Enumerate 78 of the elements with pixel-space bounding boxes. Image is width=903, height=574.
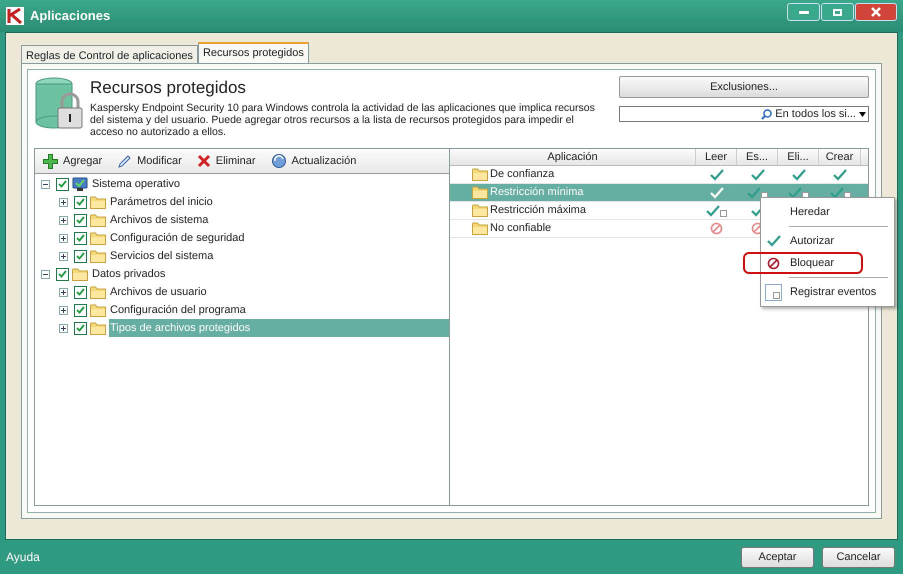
tree-item[interactable]: Parámetros del inicio <box>109 193 449 211</box>
tab[interactable]: Recursos protegidos <box>198 42 309 63</box>
tree-item[interactable]: Archivos de sistema <box>109 211 449 229</box>
close-icon <box>871 7 881 17</box>
expand-toggle[interactable] <box>59 234 68 242</box>
table-cell-text: Restricción mínima <box>490 185 584 200</box>
tree-item[interactable]: Configuración del programa <box>109 301 449 319</box>
folder-icon <box>472 222 488 235</box>
tree-checkbox[interactable] <box>56 268 69 280</box>
toolbar-button[interactable]: Actualización <box>270 152 356 170</box>
computer-icon <box>72 176 88 192</box>
check-icon <box>766 235 780 247</box>
tree-item[interactable]: Configuración de seguridad <box>109 229 449 247</box>
tree-checkbox[interactable] <box>74 322 87 334</box>
expand-toggle[interactable] <box>59 324 68 332</box>
expand-toggle[interactable] <box>59 216 68 224</box>
toolbar-button[interactable]: Agregar <box>43 152 102 170</box>
tree-item[interactable]: Datos privados <box>91 265 449 283</box>
tree-checkbox[interactable] <box>74 214 87 226</box>
minimize-button[interactable] <box>787 3 820 21</box>
folder-icon <box>90 250 106 262</box>
folder-icon <box>90 196 106 208</box>
pencil-icon <box>117 154 132 168</box>
section-description: Kaspersky Endpoint Security 10 para Windows controla la actividad de las aplicaciones que implica recursos del sistema y del usuario. Puede agregar otros recursos a la lista de recursos protegidos para impedir el acceso no autorizado a ellos. <box>90 102 596 138</box>
tree-checkbox[interactable] <box>74 196 87 208</box>
column-header[interactable]: Leer <box>696 149 737 165</box>
delete-icon <box>196 154 211 168</box>
menu-item[interactable]: Registrar eventos <box>761 281 894 303</box>
folder-icon <box>472 204 488 217</box>
folder-icon <box>90 232 106 244</box>
update-icon <box>270 153 286 169</box>
folder-icon <box>472 186 488 199</box>
tree-item[interactable]: Sistema operativo <box>91 175 449 193</box>
collapse-toggle[interactable] <box>41 180 50 188</box>
column-header[interactable]: Crear <box>819 149 861 165</box>
column-header[interactable]: Eli... <box>778 149 819 165</box>
tree-checkbox[interactable] <box>56 178 69 190</box>
dialog-button[interactable]: Aceptar <box>741 546 814 568</box>
expand-toggle[interactable] <box>59 306 68 314</box>
close-button[interactable] <box>855 3 897 21</box>
folder-icon <box>472 168 488 181</box>
tree-item[interactable]: Servicios del sistema <box>109 247 449 265</box>
search-field[interactable]: En todos los si... <box>619 106 869 122</box>
table-cell-text: De confianza <box>490 167 554 182</box>
dropdown-arrow-icon <box>859 112 866 116</box>
folder-icon <box>90 214 106 226</box>
folder-icon <box>90 286 106 298</box>
tab[interactable]: Reglas de Control de aplicaciones <box>21 45 198 63</box>
search-scope[interactable]: En todos los si... <box>775 106 856 122</box>
dialog-button[interactable]: Cancelar <box>822 546 895 568</box>
folder-icon <box>72 268 88 280</box>
tree-item[interactable]: Archivos de usuario <box>109 283 449 301</box>
plus-icon <box>43 154 58 168</box>
tree-checkbox[interactable] <box>74 304 87 316</box>
window-title: Aplicaciones <box>30 7 110 26</box>
section-title: Recursos protegidos <box>90 78 247 98</box>
table-cell-text: No confiable <box>490 221 552 236</box>
exclusions-button[interactable]: Exclusiones... <box>619 76 869 98</box>
menu-item[interactable]: Bloquear <box>743 252 863 274</box>
maximize-button[interactable] <box>821 3 854 21</box>
expand-toggle[interactable] <box>59 252 68 260</box>
table-cell-text: Restricción máxima <box>490 203 586 218</box>
column-header[interactable]: Aplicación <box>450 149 696 165</box>
toolbar-button[interactable]: Modificar <box>117 152 182 170</box>
expand-toggle[interactable] <box>59 198 68 206</box>
column-header[interactable]: Es... <box>737 149 778 165</box>
folder-icon <box>90 322 106 334</box>
toolbar-button[interactable]: Eliminar <box>196 152 256 170</box>
search-icon <box>761 108 772 120</box>
log-icon <box>765 284 782 300</box>
expand-toggle[interactable] <box>59 288 68 296</box>
tree-checkbox[interactable] <box>74 232 87 244</box>
app-logo-icon <box>6 7 24 25</box>
tree-checkbox[interactable] <box>74 286 87 298</box>
collapse-toggle[interactable] <box>41 270 50 278</box>
block-icon <box>767 256 780 270</box>
folder-icon <box>90 304 106 316</box>
tree-checkbox[interactable] <box>74 250 87 262</box>
